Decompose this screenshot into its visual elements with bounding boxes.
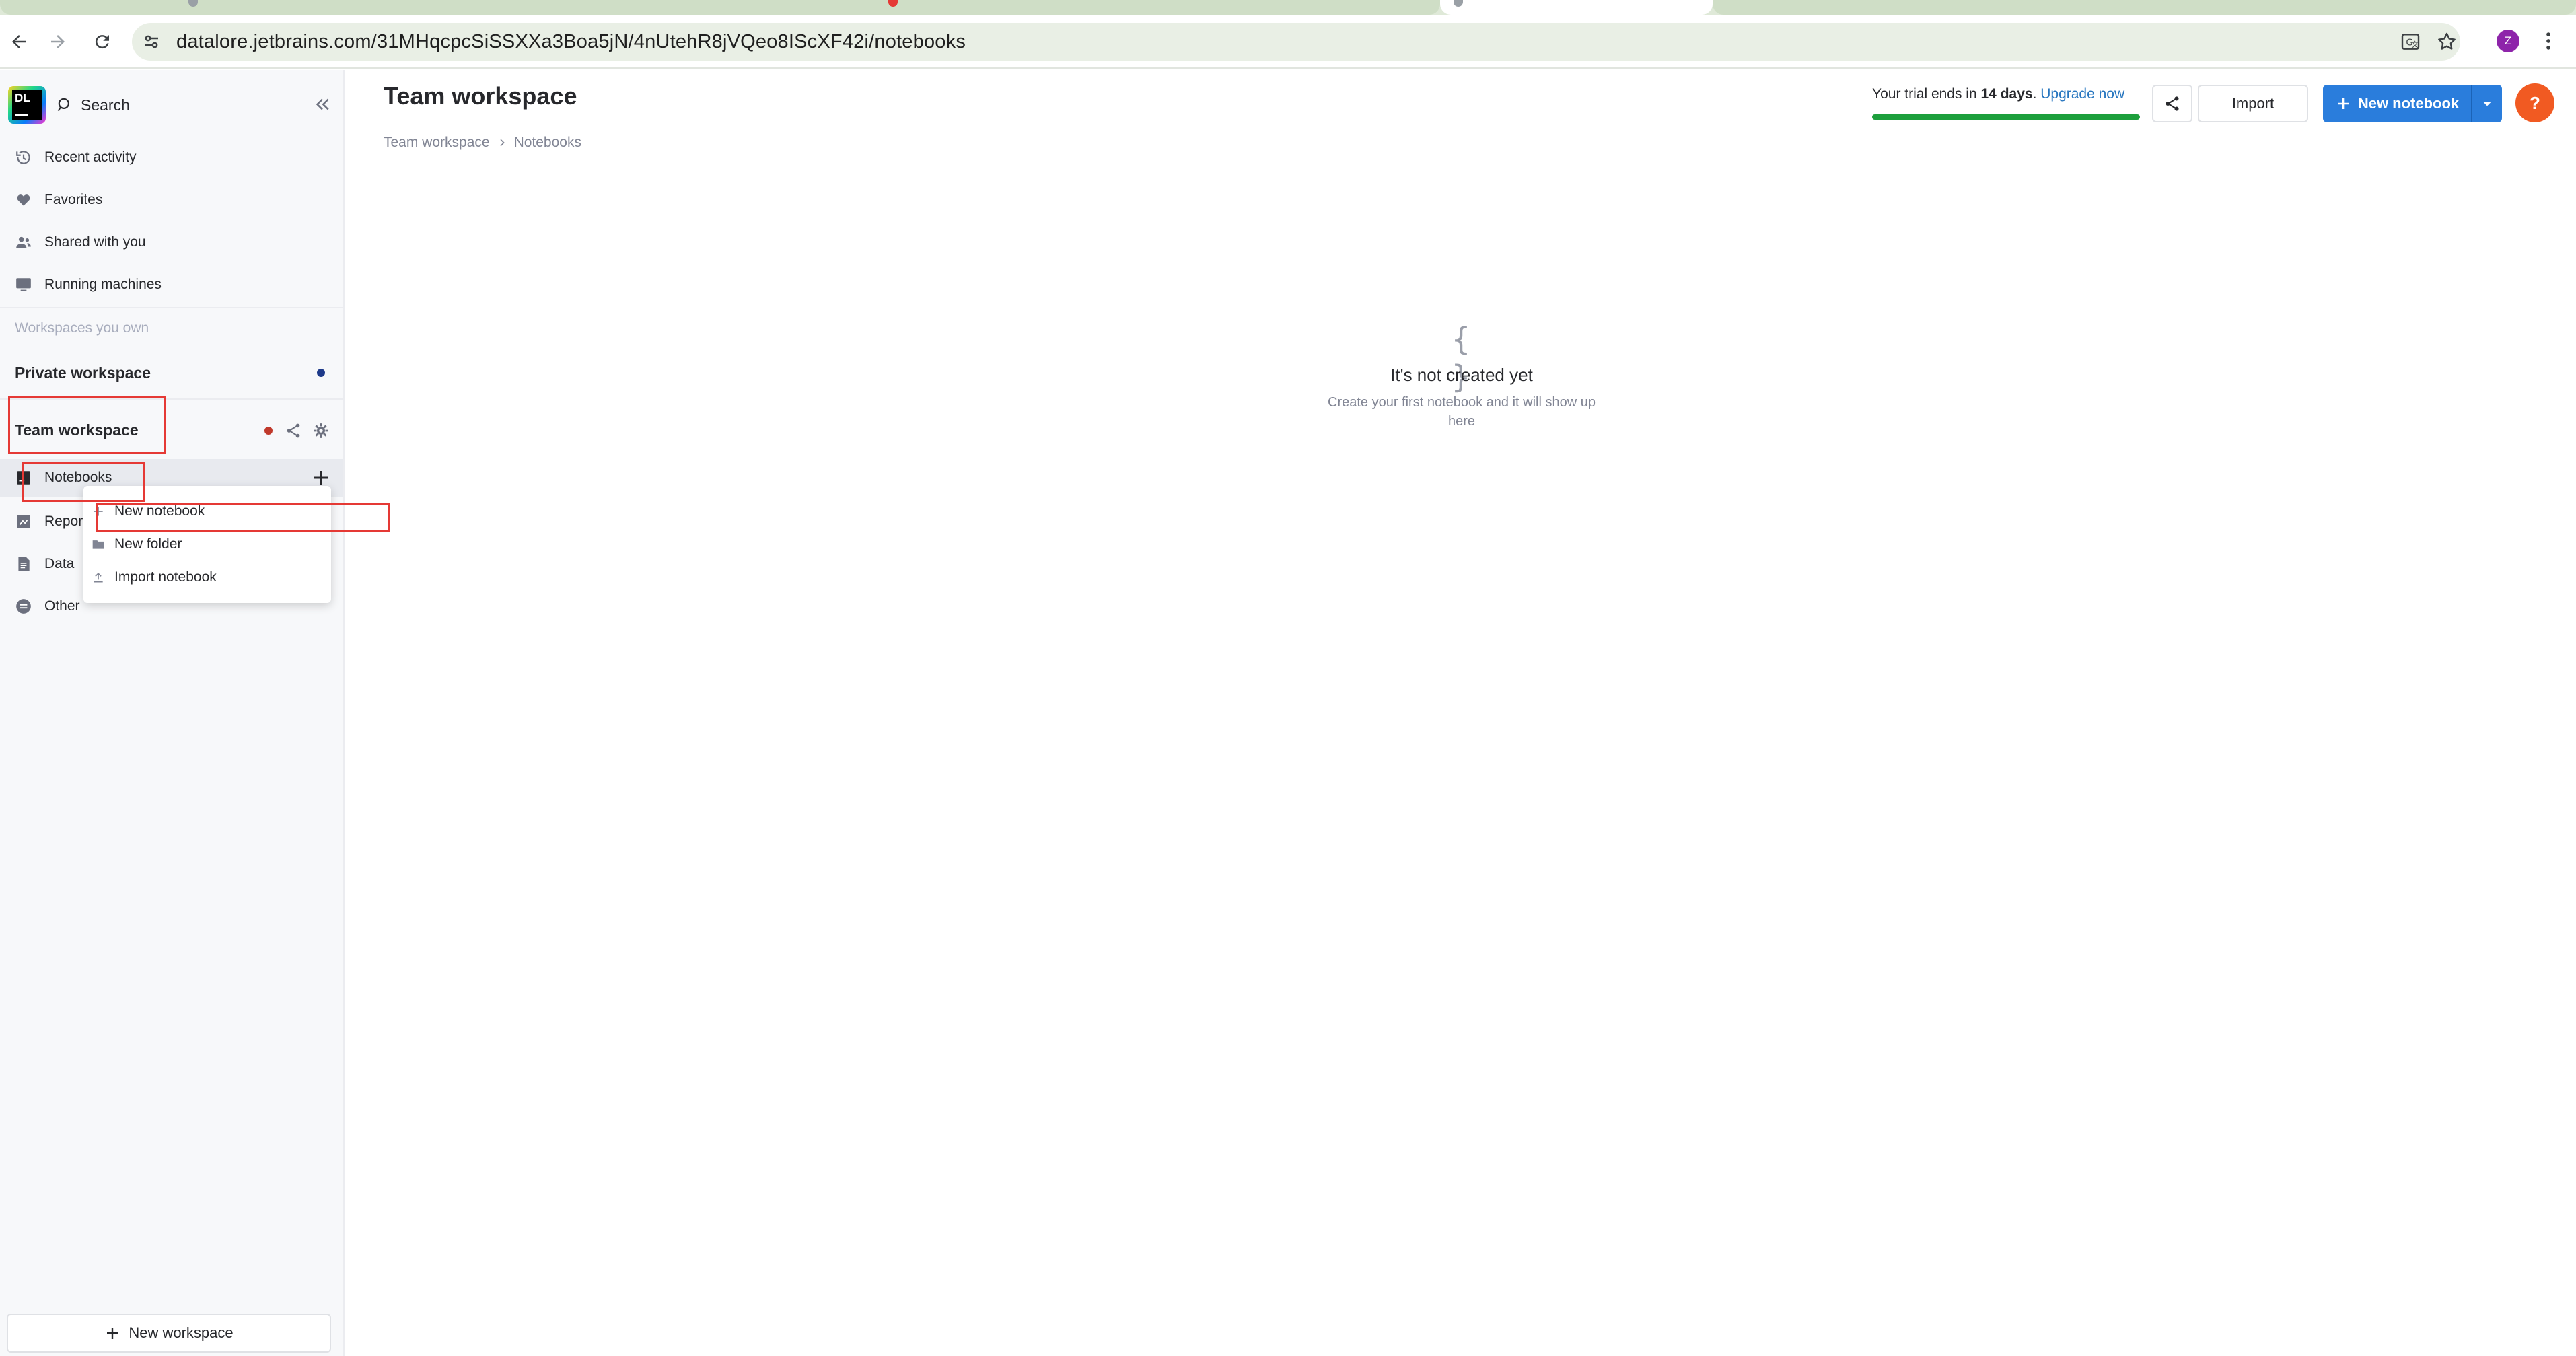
sidebar-divider [0, 398, 343, 400]
plus-icon [2337, 98, 2349, 109]
arrow-right-icon [51, 35, 65, 48]
sidebar-item-recent-activity[interactable]: Recent activity [0, 137, 343, 178]
reload-icon [95, 35, 109, 49]
translate-icon[interactable]: G 文 [2400, 31, 2421, 52]
add-item-context-menu: New notebook New folder Import notebook [83, 486, 331, 603]
new-notebook-label: New notebook [2357, 95, 2460, 112]
report-icon [17, 515, 30, 528]
plus-icon [107, 1328, 118, 1339]
sidebar-item-label: Shared with you [44, 234, 146, 250]
team-workspace-status-dot [264, 427, 273, 435]
plus-icon [94, 507, 103, 516]
logo-text: DL [15, 92, 30, 104]
new-workspace-label: New workspace [129, 1324, 234, 1341]
search-label: Search [81, 96, 130, 114]
chevron-right-icon [499, 139, 505, 147]
folder-icon [92, 540, 104, 549]
new-workspace-button[interactable]: New workspace [7, 1314, 331, 1353]
help-button[interactable]: ? [2515, 83, 2554, 122]
new-notebook-split-button: New notebook [2323, 85, 2502, 122]
share-icon [2166, 96, 2179, 111]
share-icon[interactable] [285, 422, 302, 439]
page-title: Team workspace [384, 82, 577, 110]
empty-state-description: Create your first notebook and it will s… [1328, 395, 1596, 429]
people-icon [16, 236, 31, 248]
reload-button[interactable] [85, 24, 120, 59]
file-icon [18, 557, 30, 571]
sidebar-item-label: Other [44, 598, 80, 614]
svg-text:文: 文 [2411, 40, 2419, 49]
collapse-sidebar-icon[interactable] [312, 94, 332, 114]
gear-icon[interactable] [312, 422, 330, 439]
private-workspace-status-dot [317, 369, 325, 377]
datalore-logo[interactable]: DL [8, 86, 46, 124]
sidebar-item-favorites[interactable]: Favorites [0, 180, 343, 220]
menu-item-new-folder[interactable]: New folder [83, 528, 331, 561]
browser-tab[interactable] [1713, 0, 2576, 15]
upgrade-now-link[interactable]: Upgrade now [2040, 86, 2124, 102]
add-item-icon[interactable] [311, 468, 331, 488]
trial-progress-bar [1872, 114, 2140, 120]
sidebar-item-label: Notebooks [44, 470, 112, 485]
history-icon [16, 151, 30, 164]
browser-toolbar: datalore.jetbrains.com/31MHqcpcSiSSXXa3B… [0, 15, 2576, 69]
trial-notice: Your trial ends in 14 days. Upgrade now [1872, 86, 2124, 102]
menu-item-new-notebook[interactable]: New notebook [83, 495, 331, 528]
sidebar-item-running-machines[interactable]: Running machines [0, 264, 343, 305]
address-bar[interactable]: datalore.jetbrains.com/31MHqcpcSiSSXXa3B… [132, 23, 2460, 61]
menu-item-label: Import notebook [114, 569, 217, 585]
sidebar-item-label: Running machines [44, 277, 162, 292]
sidebar-item-label: Recent activity [44, 149, 137, 165]
heart-icon [17, 194, 30, 206]
sidebar-item-shared-with-you[interactable]: Shared with you [0, 222, 343, 262]
search-button[interactable]: Search [57, 93, 130, 117]
upload-icon [94, 572, 103, 583]
breadcrumb-item-notebooks: Notebooks [513, 135, 581, 150]
other-icon [16, 599, 31, 614]
trial-prefix: Your trial ends in [1872, 86, 1981, 102]
team-workspace-link[interactable]: Team workspace [15, 421, 139, 439]
sidebar-divider [0, 307, 343, 308]
search-icon [57, 98, 69, 112]
trial-suffix: . [2032, 86, 2041, 102]
sidebar-item-label: Repor [44, 513, 83, 529]
site-info-icon[interactable] [141, 32, 162, 52]
chevron-down-icon [2483, 102, 2491, 106]
breadcrumb: Team workspace Notebooks [384, 135, 581, 151]
notebook-icon [17, 471, 30, 485]
new-notebook-dropdown-button[interactable] [2472, 85, 2502, 122]
sidebar-item-label: Data [44, 556, 75, 571]
curly-braces-icon: { } [1452, 321, 1470, 395]
empty-state-title: It's not created yet [1390, 365, 1533, 385]
sidebar-item-label: Favorites [44, 192, 103, 207]
back-button[interactable] [1, 24, 36, 59]
arrow-left-icon [12, 35, 26, 48]
forward-button[interactable] [40, 24, 75, 59]
import-button[interactable]: Import [2198, 85, 2308, 122]
share-button[interactable] [2152, 85, 2192, 122]
new-notebook-button[interactable]: New notebook [2323, 85, 2471, 122]
url-text[interactable]: datalore.jetbrains.com/31MHqcpcSiSSXXa3B… [176, 31, 966, 53]
menu-item-label: New folder [114, 536, 182, 552]
breadcrumb-item-workspace[interactable]: Team workspace [384, 135, 490, 151]
menu-item-import-notebook[interactable]: Import notebook [83, 561, 331, 594]
menu-item-label: New notebook [114, 503, 205, 519]
sidebar: DL Search Recent activity Favorites Shar… [0, 70, 345, 1356]
browser-menu-icon[interactable] [2537, 30, 2560, 52]
private-workspace-link[interactable]: Private workspace [15, 364, 151, 382]
bookmark-star-icon[interactable] [2436, 31, 2458, 52]
trial-days: 14 days [1980, 86, 2033, 102]
browser-tab-strip [0, 0, 2576, 15]
profile-avatar[interactable]: Z [2497, 30, 2519, 52]
monitor-icon [16, 278, 31, 291]
logo-mark: DL [12, 90, 42, 120]
browser-tab[interactable] [0, 0, 1440, 15]
trial-progress-fill [1872, 114, 2140, 120]
browser-tab-active[interactable] [1440, 0, 1713, 15]
workspaces-section-label: Workspaces you own [15, 320, 149, 336]
